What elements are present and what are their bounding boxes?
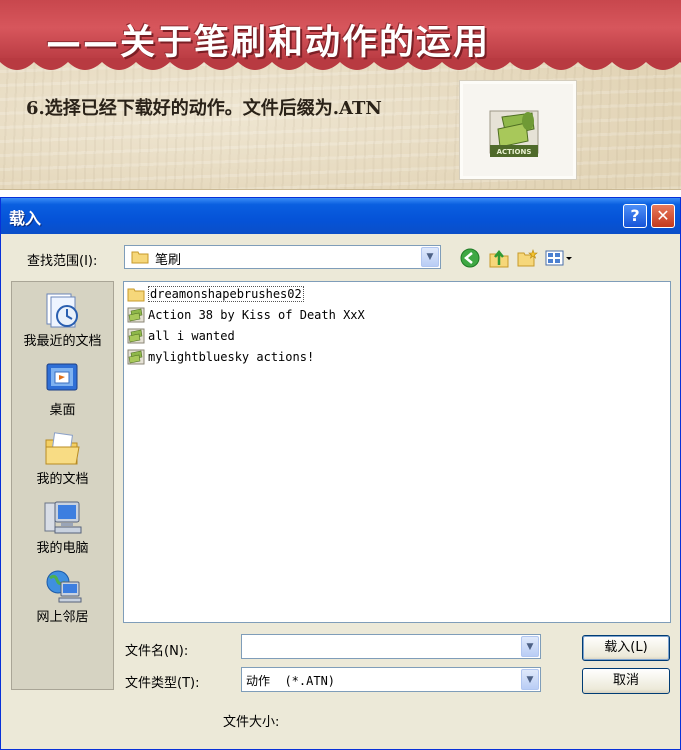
folder-icon	[127, 288, 145, 302]
new-folder-icon[interactable]	[516, 248, 538, 268]
folder-icon	[131, 251, 149, 264]
file-name-dropdown-arrow[interactable]: ▼	[521, 636, 539, 657]
file-name: dreamonshapebrushes02	[148, 286, 304, 302]
action-file-icon	[127, 307, 145, 323]
up-folder-icon[interactable]	[488, 247, 510, 269]
step-instruction: 6.选择已经下载好的动作。文件后缀为.ATN	[26, 98, 382, 119]
look-in-dropdown-arrow[interactable]: ▼	[421, 247, 439, 267]
action-file-icon	[127, 328, 145, 344]
file-list[interactable]: dreamonshapebrushes02 Action 38 by Kiss …	[123, 281, 671, 623]
load-button[interactable]: 载入(L)	[582, 635, 670, 661]
place-recent-documents[interactable]: 我最近的文档	[12, 288, 113, 350]
tutorial-banner: ——关于笔刷和动作的运用 6.选择已经下载好的动作。文件后缀为.ATN ACTI…	[0, 0, 681, 190]
place-my-computer[interactable]: 我的电脑	[12, 495, 113, 557]
thumbnail-label: ACTIONS	[497, 148, 532, 156]
place-label: 桌面	[49, 403, 76, 418]
back-icon[interactable]	[460, 248, 480, 268]
file-type-value: 动作 (*.ATN)	[246, 674, 336, 688]
my-documents-icon	[45, 432, 80, 465]
dialog-titlebar[interactable]: 载入 ? ✕	[1, 198, 680, 234]
file-name-label: 文件名(N):	[125, 644, 189, 659]
file-name: Action 38 by Kiss of Death XxX	[148, 308, 365, 322]
recent-documents-icon	[46, 293, 78, 328]
file-type-dropdown-arrow[interactable]: ▼	[521, 669, 539, 690]
file-name-input[interactable]: ▼	[241, 634, 541, 659]
actions-file-icon: ACTIONS	[489, 110, 539, 157]
close-button[interactable]: ✕	[651, 204, 675, 228]
action-file-icon	[127, 349, 145, 365]
look-in-value: 笔刷	[155, 253, 182, 268]
file-size-label: 文件大小:	[223, 715, 280, 730]
look-in-label: 查找范围(I):	[27, 254, 98, 269]
help-button[interactable]: ?	[623, 204, 647, 228]
my-computer-icon	[44, 501, 82, 534]
place-label: 我的电脑	[36, 541, 89, 556]
network-places-icon	[46, 570, 82, 603]
file-type-label: 文件类型(T):	[125, 676, 200, 691]
banner-title: ——关于笔刷和动作的运用	[46, 23, 491, 63]
place-label: 我的文档	[36, 472, 89, 487]
file-type-dropdown[interactable]: 动作 (*.ATN) ▼	[241, 667, 541, 692]
file-name: all i wanted	[148, 329, 235, 343]
dialog-title: 载入	[9, 209, 42, 228]
cancel-button[interactable]: 取消	[582, 668, 670, 694]
place-network[interactable]: 网上邻居	[12, 564, 113, 626]
views-menu-icon[interactable]	[545, 249, 573, 267]
desktop-icon	[46, 363, 78, 391]
place-my-documents[interactable]: 我的文档	[12, 426, 113, 488]
place-label: 我最近的文档	[23, 334, 102, 349]
places-bar: 我最近的文档 桌面 我的文档 我的电脑 网上邻居	[11, 281, 114, 690]
place-desktop[interactable]: 桌面	[12, 357, 113, 419]
place-label: 网上邻居	[36, 610, 89, 625]
look-in-dropdown[interactable]: 笔刷 ▼	[124, 245, 441, 269]
load-dialog: 载入 ? ✕ 查找范围(I): 笔刷 ▼ 我最近的文档 桌面 我的文档 我的电脑…	[0, 197, 681, 750]
file-name: mylightbluesky actions!	[148, 350, 315, 364]
actions-thumbnail: ACTIONS	[459, 80, 577, 180]
